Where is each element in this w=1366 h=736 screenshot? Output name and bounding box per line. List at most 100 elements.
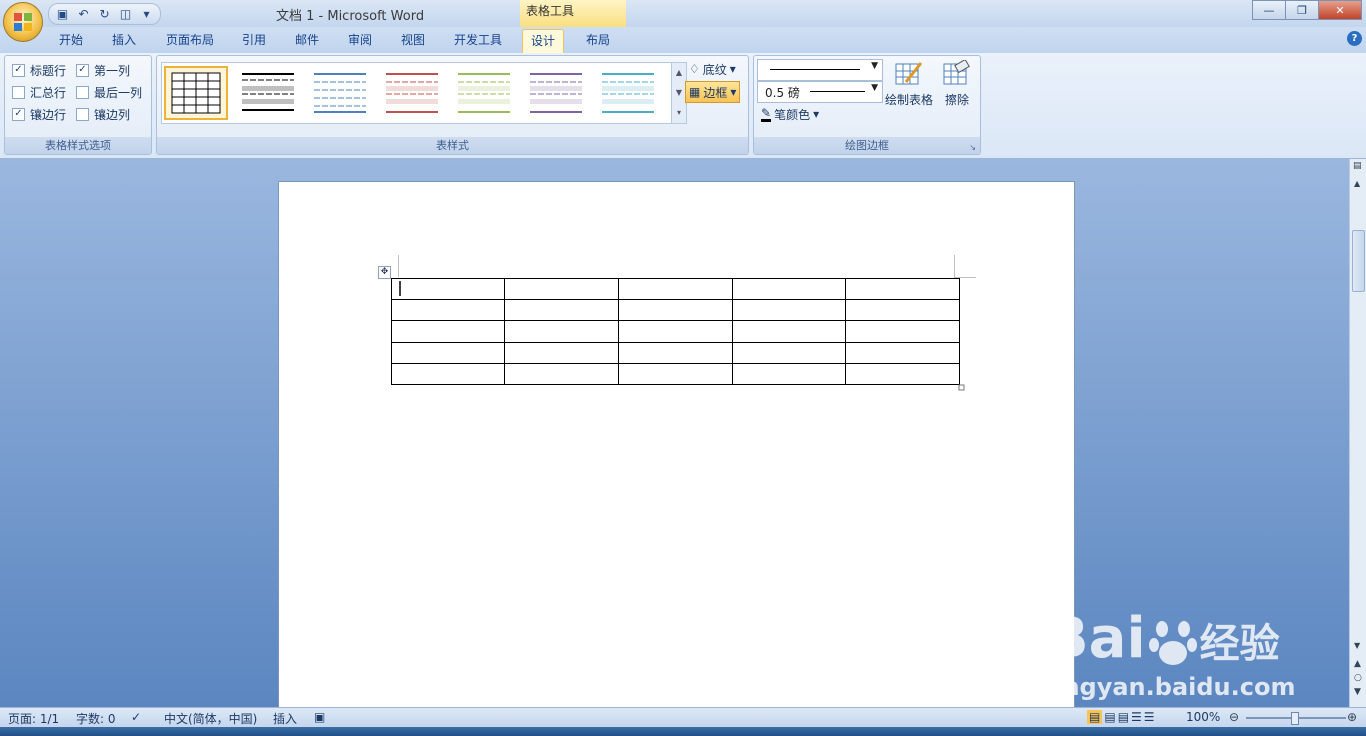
group-label: 表格样式选项 [5,137,151,154]
borders-icon: ▦ [689,85,701,99]
document-page[interactable]: ✥ [278,181,1075,707]
quick-access-toolbar: ▣ ↶ ↻ ◫ ▾ [48,3,161,25]
chevron-down-icon: ▾ [813,107,820,121]
table-style-thumb[interactable] [164,66,228,120]
help-icon[interactable]: ? [1347,31,1362,46]
checkbox-label: 最后一列 [94,86,143,100]
table-tools-context-label: 表格工具 [520,0,626,27]
banded-columns-checkbox[interactable]: 镶边列 [76,106,130,123]
window-controls: — ❐ ✕ [1252,0,1362,20]
table-style-green-icon [458,73,510,113]
zoom-slider-thumb[interactable] [1291,712,1299,725]
save-icon[interactable]: ▣ [55,7,70,22]
scroll-down-icon[interactable]: ▼ [1354,641,1360,650]
pen-color-label: 笔颜色 [774,107,811,122]
close-icon[interactable]: ✕ [1318,0,1362,20]
table-style-dark-icon [242,73,294,111]
print-layout-view-icon[interactable]: ▤ [1087,710,1103,724]
ruler-toggle-icon[interactable]: ▤ [1353,161,1362,171]
scroll-thumb[interactable] [1352,230,1365,292]
word-count[interactable]: 字数: 0 [76,710,116,727]
table-style-thumb[interactable] [524,66,588,120]
page-count[interactable]: 页面: 1/1 [8,710,59,727]
chevron-down-icon: ▾ [730,85,737,99]
draw-table-icon [895,62,923,85]
print-preview-icon[interactable]: ◫ [118,7,133,22]
view-buttons: ▤ ▤ ▤ ☰ ☰ [1087,710,1155,724]
tab-view[interactable]: 视图 [393,29,433,53]
draft-view-icon[interactable]: ☰ [1144,710,1155,724]
table-move-handle-icon[interactable]: ✥ [378,266,391,279]
tab-references[interactable]: 引用 [234,29,274,53]
checkbox-label: 标题行 [30,64,67,78]
eraser-button[interactable]: 擦除 [938,58,976,108]
table-style-thumb[interactable] [596,66,660,120]
insert-mode[interactable]: 插入 [273,710,297,727]
web-layout-icon[interactable]: ▤ [1118,710,1129,724]
office-logo-icon [14,13,32,31]
minimize-icon[interactable]: — [1252,0,1286,20]
draw-table-button[interactable]: 绘制表格 [884,60,934,108]
tab-home[interactable]: 开始 [51,29,91,53]
table-style-thumb[interactable] [308,66,372,120]
proofing-icon[interactable]: ✓ [131,710,141,724]
last-column-checkbox[interactable]: 最后一列 [76,84,142,101]
shading-button[interactable]: ♢ 底纹 ▾ [686,59,739,79]
table-style-thumb[interactable] [236,66,300,120]
watermark-brand: Bai 经验 [1046,606,1280,671]
more-styles-icon[interactable]: ▾ [672,103,686,123]
scroll-up-icon[interactable]: ▲ [1354,179,1360,188]
maximize-icon[interactable]: ❐ [1285,0,1319,20]
office-button[interactable] [3,2,43,42]
checkbox-label: 镶边行 [30,108,67,122]
browse-object-icon[interactable]: ○ [1354,673,1362,683]
outline-view-icon[interactable]: ☰ [1131,710,1142,724]
previous-page-icon[interactable]: ▲ [1354,659,1361,669]
borders-label: 边框 [703,85,728,100]
zoom-out-icon[interactable]: ⊖ [1229,710,1239,724]
language-indicator[interactable]: 中文(简体，中国) [164,710,257,727]
table-style-thumb[interactable] [380,66,444,120]
tab-review[interactable]: 审阅 [340,29,380,53]
line-weight-dropdown[interactable]: 0.5 磅 ▼ [757,81,883,103]
full-screen-reading-icon[interactable]: ▤ [1104,710,1115,724]
next-page-icon[interactable]: ▼ [1354,687,1361,697]
redo-icon[interactable]: ↻ [97,7,112,22]
dialog-launcher-icon[interactable]: ↘ [969,143,976,152]
tab-insert[interactable]: 插入 [104,29,144,53]
zoom-in-icon[interactable]: ⊕ [1347,710,1357,724]
zoom-level[interactable]: 100% [1186,710,1220,724]
header-row-checkbox[interactable]: ✓ 标题行 [12,62,66,79]
paw-icon [1148,617,1198,667]
banded-rows-checkbox[interactable]: ✓ 镶边行 [12,106,66,123]
total-row-checkbox[interactable]: 汇总行 [12,84,66,101]
tab-mailings[interactable]: 邮件 [287,29,327,53]
checkbox-checked-icon: ✓ [76,64,89,77]
tab-design[interactable]: 设计 [522,29,565,54]
checkbox-label: 汇总行 [30,86,67,100]
table-style-aqua-icon [602,73,654,113]
ribbon-tabs: 开始 插入 页面布局 引用 邮件 审阅 视图 开发工具 设计 布局 ? [0,27,1366,54]
document-table[interactable] [391,278,965,393]
customize-icon[interactable]: ▾ [139,7,154,22]
borders-button[interactable]: ▦ 边框 ▾ [685,81,741,103]
tab-page-layout[interactable]: 页面布局 [158,29,222,53]
tab-developer[interactable]: 开发工具 [446,29,510,53]
line-style-dropdown[interactable]: ▼ [757,59,883,81]
eraser-label: 擦除 [944,93,969,107]
macro-record-icon[interactable]: ▣ [314,710,325,724]
table-style-options-group: ✓ 标题行 ✓ 第一列 汇总行 最后一列 ✓ 镶边行 镶边列 表格样式选项 [4,55,152,155]
tab-layout[interactable]: 布局 [578,29,618,53]
table-style-red-icon [386,73,438,113]
checkbox-label: 镶边列 [94,108,131,122]
undo-icon[interactable]: ↶ [76,7,91,22]
first-column-checkbox[interactable]: ✓ 第一列 [76,62,130,79]
pen-color-button[interactable]: ✎ 笔颜色 ▾ [758,104,822,124]
watermark-url: jingyan.baidu.com [1046,673,1296,701]
draw-table-label: 绘制表格 [884,93,933,107]
table-style-thumb[interactable] [452,66,516,120]
chevron-down-icon: ▾ [729,62,736,76]
scroll-down-icon[interactable]: ▼ [672,83,686,103]
scroll-up-icon[interactable]: ▲ [672,63,686,83]
shading-label: 底纹 [702,62,727,77]
